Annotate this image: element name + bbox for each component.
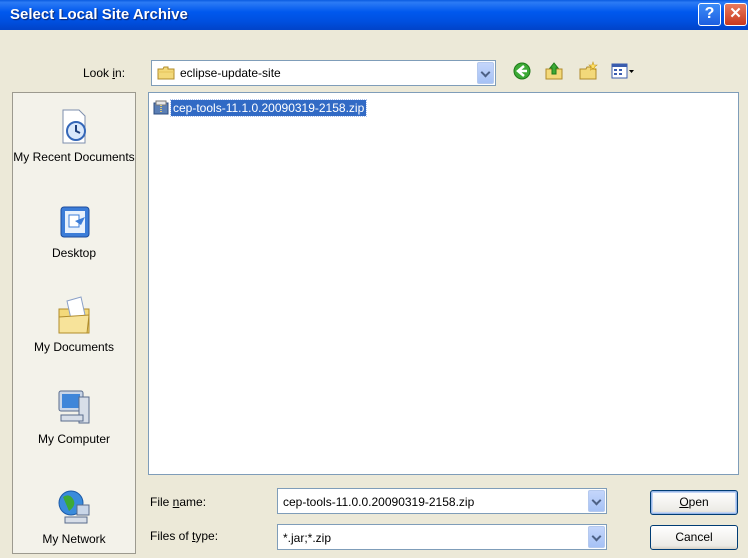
chevron-down-icon[interactable] xyxy=(588,526,605,548)
place-label-my-network: My Network xyxy=(42,532,106,546)
look-in-label: Look in: xyxy=(83,66,126,80)
my-computer-icon xyxy=(58,390,90,424)
file-name-label: File name: xyxy=(150,495,207,509)
look-in-dropdown[interactable]: eclipse-update-site xyxy=(151,60,496,86)
look-in-value: eclipse-update-site xyxy=(180,66,281,80)
file-name-input[interactable]: cep-tools-11.0.0.20090319-2158.zip xyxy=(277,488,607,514)
open-button[interactable]: Open xyxy=(650,490,738,515)
file-type-label: Files of type: xyxy=(150,529,219,543)
zip-file-icon xyxy=(153,100,171,116)
place-recent-documents[interactable]: My Recent Documents xyxy=(13,107,135,165)
place-label-my-computer: My Computer xyxy=(37,432,111,446)
window-title: Select Local Site Archive xyxy=(10,6,188,23)
title-bar: Select Local Site Archive ? ✕ xyxy=(0,0,748,30)
place-my-documents[interactable]: My Documents xyxy=(13,293,135,355)
chevron-down-icon[interactable] xyxy=(588,490,605,512)
file-name-text: cep-tools-11.1.0.20090319-2158.zip xyxy=(169,99,368,117)
place-label-my-documents: My Documents xyxy=(33,340,115,354)
new-folder-icon[interactable] xyxy=(578,61,598,81)
place-label-desktop: Desktop xyxy=(51,246,97,260)
close-button[interactable]: ✕ xyxy=(724,3,747,26)
my-network-icon xyxy=(58,490,90,524)
views-menu-icon[interactable] xyxy=(610,61,636,81)
help-button[interactable]: ? xyxy=(698,3,721,26)
place-desktop[interactable]: Desktop xyxy=(13,203,135,261)
file-type-dropdown[interactable]: *.jar;*.zip xyxy=(277,524,607,550)
back-icon[interactable] xyxy=(512,61,532,81)
desktop-icon xyxy=(60,206,90,238)
chevron-down-icon[interactable] xyxy=(477,62,494,84)
place-my-computer[interactable]: My Computer xyxy=(13,385,135,447)
places-bar: My Recent Documents Desktop My Documents… xyxy=(12,92,136,554)
file-type-value: *.jar;*.zip xyxy=(283,531,332,545)
list-item[interactable]: cep-tools-11.1.0.20090319-2158.zip xyxy=(153,99,368,117)
cancel-button[interactable]: Cancel xyxy=(650,525,738,550)
file-list[interactable]: cep-tools-11.1.0.20090319-2158.zip xyxy=(148,92,739,475)
folder-icon xyxy=(157,66,175,80)
place-my-network[interactable]: My Network xyxy=(13,485,135,547)
recent-documents-icon xyxy=(62,109,86,144)
up-folder-icon[interactable] xyxy=(544,61,564,81)
my-documents-icon xyxy=(58,296,90,334)
file-name-value: cep-tools-11.0.0.20090319-2158.zip xyxy=(283,495,475,509)
place-label-recent: My Recent Documents xyxy=(13,150,135,164)
